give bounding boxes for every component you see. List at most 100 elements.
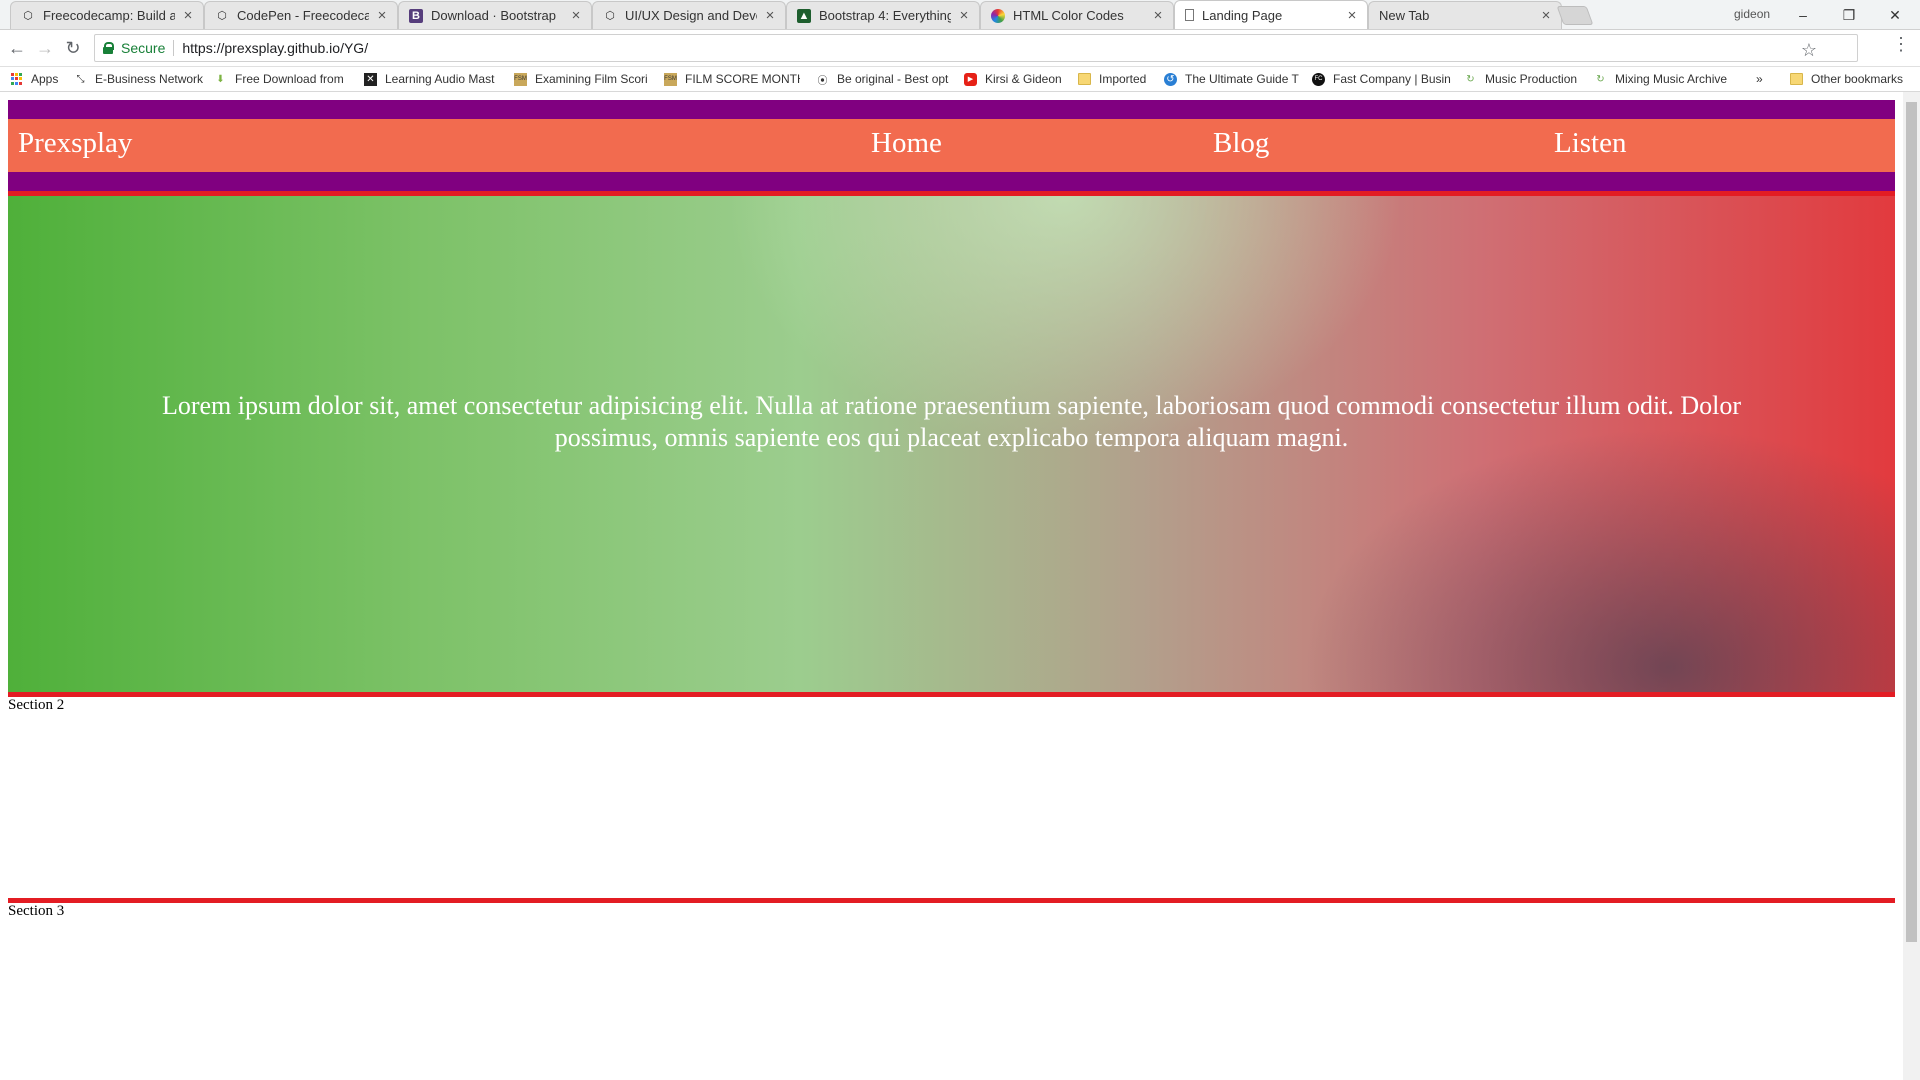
tab-uiux[interactable]: ⬡ UI/UX Design and Devel × <box>592 1 786 29</box>
divider <box>173 40 175 56</box>
bookmark-label: Be original - Best opt <box>837 72 949 86</box>
tab-title: CodePen - Freecodecamp <box>237 8 369 23</box>
bookmark-e-business[interactable]: ⤡ E-Business Network <box>74 67 206 91</box>
top-purple-bar <box>8 100 1895 119</box>
bookmark-apps[interactable]: Apps <box>10 67 72 91</box>
url-text[interactable]: https://prexsplay.github.io/YG/ <box>182 40 368 56</box>
close-icon[interactable]: × <box>1539 7 1553 24</box>
tab-landing-page[interactable]: Landing Page × <box>1174 0 1368 29</box>
section-3-label: Section 3 <box>8 903 65 919</box>
tab-title: Download · Bootstrap <box>431 8 557 23</box>
tab-codepen[interactable]: ⬡ CodePen - Freecodecamp × <box>204 1 398 29</box>
nav-home-link[interactable]: Home <box>871 127 942 160</box>
restore-icon[interactable]: ❐ <box>1826 2 1872 28</box>
bootstrap4-icon: ▲ <box>797 8 811 23</box>
codepen-icon: ⬡ <box>605 10 615 22</box>
bookmark-film-score-monthly[interactable]: FSM FILM SCORE MONTH <box>664 67 800 91</box>
nav-blog-link[interactable]: Blog <box>1213 127 1269 160</box>
bookmark-label: E-Business Network <box>95 72 204 86</box>
bottom-purple-bar <box>8 172 1895 196</box>
bookmark-ultimate-guide[interactable]: ↺ The Ultimate Guide T <box>1164 67 1300 91</box>
bookmark-label: Mixing Music Archive <box>1615 72 1728 86</box>
back-arrow-icon[interactable]: ← <box>4 35 30 61</box>
browser-toolbar: ← → ↻ Secure https://prexsplay.github.io… <box>0 30 1920 67</box>
bookmark-label: The Ultimate Guide T <box>1185 72 1299 86</box>
vertical-scrollbar[interactable] <box>1903 92 1920 1080</box>
site-navbar: Prexsplay Home Blog Listen <box>8 119 1895 172</box>
bookmark-fast-company[interactable]: FC Fast Company | Busin <box>1312 67 1452 91</box>
bookmark-label: Learning Audio Mast <box>385 72 495 86</box>
fsm-icon: FSM <box>664 72 677 86</box>
bookmark-star-icon[interactable]: ☆ <box>1801 40 1817 61</box>
close-icon[interactable]: × <box>1345 7 1359 24</box>
bookmark-label: Other bookmarks <box>1811 72 1904 86</box>
site-brand[interactable]: Prexsplay <box>18 127 132 160</box>
youtube-icon: ▶ <box>964 72 977 86</box>
hero-section: Lorem ipsum dolor sit, amet consectetur … <box>8 196 1895 697</box>
tab-title: Freecodecamp: Build a P <box>43 8 175 23</box>
bookmark-label: Music Production <box>1485 72 1578 86</box>
bookmark-free-download[interactable]: ⬇ Free Download from <box>214 67 350 91</box>
secure-label: Secure <box>121 40 166 56</box>
folder-icon <box>1078 73 1091 86</box>
tab-html-color-codes[interactable]: HTML Color Codes × <box>980 1 1174 29</box>
site-icon: ⦿ <box>817 75 828 87</box>
bookmark-label: Free Download from <box>235 72 344 86</box>
tab-new-tab[interactable]: New Tab × <box>1368 1 1562 29</box>
close-icon[interactable]: × <box>957 7 971 24</box>
bookmarks-overflow-button[interactable]: » <box>1756 67 1770 91</box>
close-icon[interactable]: × <box>569 7 583 24</box>
color-wheel-icon <box>991 8 1005 23</box>
bookmark-label: Examining Film Scori <box>535 72 648 86</box>
close-window-icon[interactable]: ✕ <box>1872 2 1918 28</box>
close-icon[interactable]: × <box>181 7 195 24</box>
download-arrow-icon: ⬇ <box>216 73 225 85</box>
bookmark-learning-audio[interactable]: ✕ Learning Audio Mast <box>364 67 502 91</box>
tab-title: New Tab <box>1379 8 1430 23</box>
codepen-icon: ⬡ <box>217 10 227 22</box>
page-viewport: Prexsplay Home Blog Listen Lorem ipsum d… <box>0 92 1920 1080</box>
bookmark-label: Apps <box>31 72 59 86</box>
address-bar[interactable]: Secure https://prexsplay.github.io/YG/ ☆ <box>94 34 1858 62</box>
tab-strip: ⬡ Freecodecamp: Build a P × ⬡ CodePen - … <box>0 0 1920 30</box>
tab-bootstrap-download[interactable]: B Download · Bootstrap × <box>398 1 592 29</box>
page-icon <box>1185 9 1194 21</box>
nav-listen-link[interactable]: Listen <box>1554 127 1627 160</box>
tab-freecodecamp[interactable]: ⬡ Freecodecamp: Build a P × <box>10 1 204 29</box>
fsm-icon: FSM <box>514 72 527 86</box>
close-icon[interactable]: × <box>763 7 777 24</box>
site-icon: ✕ <box>364 72 377 86</box>
close-icon[interactable]: × <box>375 7 389 24</box>
minimize-icon[interactable]: – <box>1780 2 1826 28</box>
section-2-label: Section 2 <box>8 697 65 713</box>
menu-dots-icon[interactable]: ⋮ <box>1892 34 1910 55</box>
bookmark-examining-film[interactable]: FSM Examining Film Scori <box>514 67 654 91</box>
tab-title: UI/UX Design and Devel <box>625 8 757 23</box>
profile-name[interactable]: gideon <box>1734 7 1770 21</box>
bookmark-imported[interactable]: Imported <box>1078 67 1154 91</box>
close-icon[interactable]: × <box>1151 7 1165 24</box>
section-3: Section 3 <box>8 903 1895 1063</box>
site-icon: ↻ <box>1596 73 1605 85</box>
tab-title: HTML Color Codes <box>1013 8 1124 23</box>
tab-bootstrap4[interactable]: ▲ Bootstrap 4: Everything Y × <box>786 1 980 29</box>
bookmark-kirsi-gideon[interactable]: ▶ Kirsi & Gideon <box>964 67 1068 91</box>
tab-title: Bootstrap 4: Everything Y <box>819 8 951 23</box>
other-bookmarks[interactable]: Other bookmarks <box>1790 67 1916 91</box>
bootstrap-icon: B <box>409 8 423 23</box>
bookmark-label: Imported <box>1099 72 1147 86</box>
forward-arrow-icon[interactable]: → <box>32 35 58 61</box>
reload-icon[interactable]: ↻ <box>60 35 86 61</box>
lock-icon <box>103 42 114 54</box>
link-icon: ⤡ <box>76 73 85 85</box>
folder-icon <box>1790 73 1803 86</box>
scrollbar-thumb[interactable] <box>1906 102 1917 942</box>
bookmark-be-original[interactable]: ⦿ Be original - Best opt <box>816 67 952 91</box>
bookmarks-bar: Apps ⤡ E-Business Network ⬇ Free Downloa… <box>0 67 1920 92</box>
bookmark-mixing-music[interactable]: ↻ Mixing Music Archive <box>1594 67 1732 91</box>
bookmark-label: FILM SCORE MONTH <box>685 72 800 86</box>
bookmark-label: Kirsi & Gideon <box>985 72 1062 86</box>
bookmark-label: Fast Company | Busin <box>1333 72 1451 86</box>
bookmark-music-production[interactable]: ↻ Music Production <box>1464 67 1586 91</box>
new-tab-button[interactable] <box>1556 6 1594 25</box>
